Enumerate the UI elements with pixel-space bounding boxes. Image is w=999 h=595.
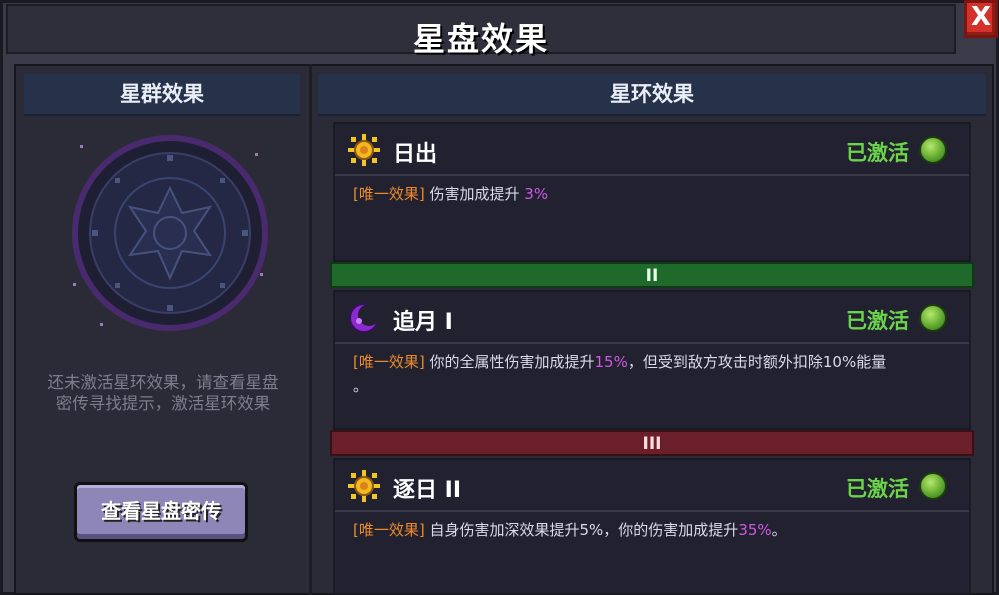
panel-divider [309, 64, 312, 595]
hint-line-2: 密传寻找提示，激活星环效果 [55, 394, 271, 413]
star-ring-card: 日出 已激活 [唯一效果] 伤害加成提升 3% [333, 122, 971, 262]
star-disc-wheel [72, 135, 268, 331]
title-bar: 星盘效果 [6, 4, 956, 58]
desc-text: 伤害加成提升 [429, 185, 520, 203]
active-status: 已激活 [846, 477, 909, 501]
tier-3-banner: III [330, 430, 974, 456]
unique-effect-tag: [唯一效果] [353, 353, 425, 371]
desc-text: 自身伤害加深效果提升5%，你的伤害加成提升 [429, 521, 739, 539]
desc-text-after: ，但受到敌方攻击时额外扣除10%能量 [627, 353, 887, 371]
active-orb-icon [919, 304, 947, 332]
right-panel-title: 星环效果 [610, 82, 694, 106]
tier-3-numeral: III [642, 434, 662, 454]
desc-highlight: 35% [738, 521, 772, 539]
moon-icon [349, 303, 380, 333]
unique-effect-tag: [唯一效果] [353, 185, 425, 203]
card-header: 逐日 II 已激活 [335, 460, 969, 512]
desc-text-after: 。 [771, 521, 787, 539]
active-status: 已激活 [846, 309, 909, 333]
active-status: 已激活 [846, 141, 909, 165]
right-panel-header: 星环效果 [318, 74, 986, 116]
tier-2-banner: II [330, 262, 974, 288]
card-name: 逐日 II [393, 478, 462, 503]
tier-2-numeral: II [645, 266, 659, 286]
active-orb-icon [919, 136, 947, 164]
view-star-disc-secrets-button[interactable]: 查看星盘密传 [74, 482, 248, 542]
view-button-label: 查看星盘密传 [101, 499, 221, 523]
left-panel-title: 星群效果 [120, 82, 204, 106]
close-button[interactable]: X [964, 0, 998, 38]
active-orb-icon [919, 472, 947, 500]
desc-highlight: 15% [594, 353, 628, 371]
card-description: [唯一效果] 伤害加成提升 3% [353, 182, 953, 206]
star-ring-card: 逐日 II 已激活 [唯一效果] 自身伤害加深效果提升5%，你的伤害加成提升35… [333, 458, 971, 595]
sun-icon [348, 134, 380, 166]
sun-icon [348, 470, 380, 502]
desc-text: 你的全属性伤害加成提升 [429, 353, 595, 371]
desc-highlight: 3% [524, 185, 549, 203]
window-title: 星盘效果 [412, 20, 549, 58]
unique-effect-tag: [唯一效果] [353, 521, 425, 539]
desc-text-line2: 。 [353, 377, 369, 395]
card-description: [唯一效果] 自身伤害加深效果提升5%，你的伤害加成提升35%。 [353, 518, 953, 542]
hint-line-1: 还未激活星环效果，请查看星盘 [47, 373, 279, 392]
star-ring-card: 追月 I 已激活 [唯一效果] 你的全属性伤害加成提升15%，但受到敌方攻击时额… [333, 290, 971, 430]
hint-text: 还未激活星环效果，请查看星盘 密传寻找提示，激活星环效果 [28, 372, 298, 414]
card-header: 追月 I 已激活 [335, 292, 969, 344]
card-description: [唯一效果] 你的全属性伤害加成提升15%，但受到敌方攻击时额外扣除10%能量 … [353, 350, 953, 398]
card-header: 日出 已激活 [335, 124, 969, 176]
left-panel-header: 星群效果 [24, 74, 300, 116]
card-name: 日出 [393, 142, 438, 167]
card-name: 追月 I [393, 310, 453, 335]
